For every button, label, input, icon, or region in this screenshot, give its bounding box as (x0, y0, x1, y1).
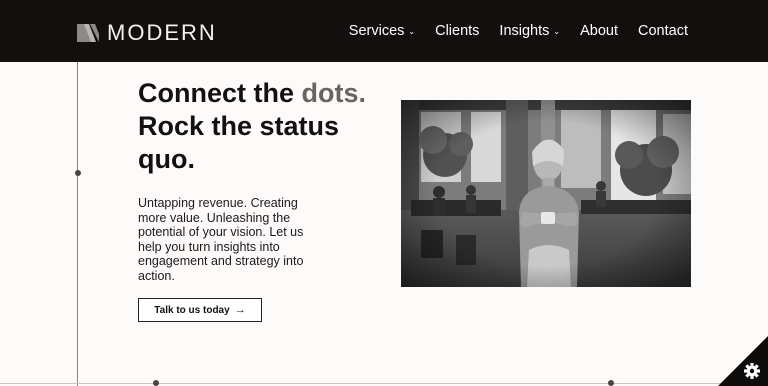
decorative-horizontal-line (0, 383, 768, 384)
decorative-dot (608, 380, 614, 386)
nav-clients-label: Clients (435, 23, 480, 39)
logo-mark-icon (77, 24, 99, 42)
office-photo-icon (401, 100, 691, 287)
chevron-down-icon: ⌄ (408, 27, 416, 36)
nav-clients[interactable]: Clients (435, 23, 479, 39)
nav-services[interactable]: Services ⌄ (349, 23, 415, 39)
arrow-right-icon: → (234, 304, 246, 316)
nav-contact-label: Contact (638, 23, 688, 39)
decorative-dot (153, 380, 159, 386)
cta-label: Talk to us today (154, 304, 230, 316)
nav-insights[interactable]: Insights ⌄ (499, 23, 560, 39)
site-header: MODERN Services ⌄ Clients Insights ⌄ Abo… (0, 0, 768, 62)
gear-icon (718, 336, 768, 386)
hero-image (401, 100, 691, 287)
logo[interactable]: MODERN (77, 22, 217, 44)
headline-part-2: Rock the status quo. (138, 111, 340, 174)
decorative-vertical-line (77, 62, 78, 386)
decorative-dot (75, 170, 81, 176)
main-nav: Services ⌄ Clients Insights ⌄ About Cont… (349, 0, 688, 62)
nav-about-label: About (580, 23, 619, 39)
logo-text: MODERN (107, 20, 217, 45)
hero-headline: Connect the dots. Rock the status quo. (138, 77, 388, 176)
nav-about[interactable]: About (580, 23, 618, 39)
chevron-down-icon: ⌄ (553, 27, 561, 36)
nav-insights-label: Insights (499, 23, 550, 39)
headline-accent: dots. (301, 78, 367, 108)
settings-corner[interactable] (718, 336, 768, 386)
hero-body: Untapping revenue. Creating more value. … (138, 196, 304, 283)
talk-to-us-button[interactable]: Talk to us today → (138, 298, 262, 322)
nav-contact[interactable]: Contact (638, 23, 688, 39)
nav-services-label: Services (348, 23, 405, 39)
headline-part-1: Connect the (138, 78, 302, 108)
